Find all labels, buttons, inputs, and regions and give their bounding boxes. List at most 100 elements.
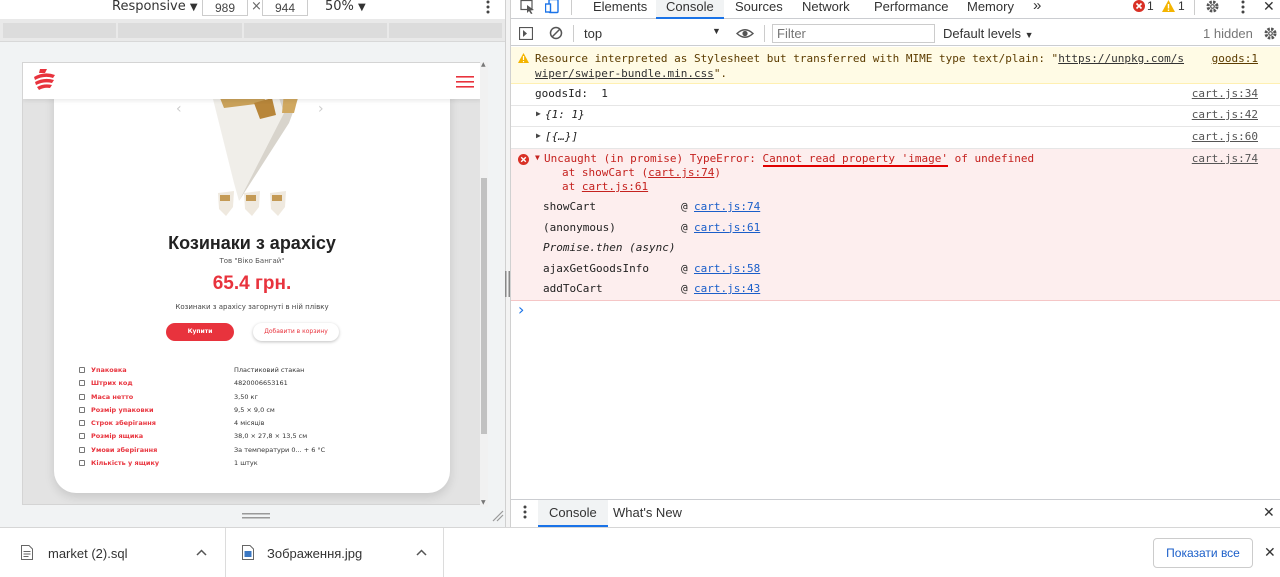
device-height-input[interactable] [262, 0, 308, 16]
source-link[interactable]: goods:1 [1212, 52, 1258, 65]
source-link[interactable]: cart.js:34 [1192, 87, 1258, 100]
spec-row: Маса нетто 3,50 кг [79, 392, 419, 405]
site-logo-icon[interactable] [31, 69, 57, 95]
media-query-ruler[interactable] [0, 19, 505, 42]
warning-text: Resource interpreted as Stylesheet but t… [535, 52, 1059, 65]
stack-link[interactable]: cart.js:43 [694, 282, 760, 295]
device-viewport: ‹ › Козинаки з арахісу Тов "Віко Бангай"… [22, 62, 481, 505]
vertical-dots-icon[interactable] [486, 0, 492, 16]
log-text[interactable]: [{…}] [545, 130, 578, 143]
call-stack-frame: showCart @ cart.js:74 [543, 197, 843, 218]
download-item[interactable]: Зображення.jpg [226, 528, 444, 577]
warning-url-link[interactable]: wiper/swiper-bundle.min.css [535, 67, 714, 80]
carousel-next-icon[interactable]: › [318, 101, 324, 117]
expand-triangle-icon[interactable]: ▶ [536, 131, 541, 140]
spec-icon [79, 460, 85, 467]
source-link[interactable]: cart.js:42 [1192, 108, 1258, 121]
buy-button[interactable]: Купити [166, 323, 234, 341]
device-scrollbar[interactable]: ▲ ▼ [480, 61, 488, 507]
tab-memory[interactable]: Memory [967, 0, 1014, 19]
close-devtools-icon[interactable]: ✕ [1263, 0, 1275, 15]
drawer-tab-whats-new[interactable]: What's New [613, 500, 682, 527]
sidebar-toggle-icon[interactable] [519, 27, 533, 40]
spec-value: 38,0 × 27,8 × 13,5 см [234, 432, 308, 441]
spec-label: Строк зберігання [91, 419, 156, 428]
stack-link[interactable]: cart.js:74 [648, 166, 714, 179]
device-width-input[interactable] [202, 0, 248, 16]
stack-link[interactable]: cart.js:58 [694, 262, 760, 275]
stack-text: ) [714, 166, 721, 179]
log-levels-select[interactable]: Default levels ▼ [943, 26, 1034, 41]
product-thumbnail[interactable] [268, 189, 288, 217]
close-download-bar-icon[interactable]: ✕ [1264, 544, 1276, 561]
spec-icon [79, 420, 85, 427]
tab-performance[interactable]: Performance [874, 0, 948, 19]
clear-console-icon[interactable] [549, 26, 563, 40]
error-icon [518, 154, 529, 165]
stack-link[interactable]: cart.js:61 [694, 221, 760, 234]
close-drawer-icon[interactable]: ✕ [1263, 504, 1275, 521]
ruler-segment[interactable] [389, 23, 502, 38]
tab-console[interactable]: Console [656, 0, 724, 19]
carousel-prev-icon[interactable]: ‹ [176, 101, 182, 117]
hamburger-menu-icon[interactable] [456, 76, 474, 88]
stack-link[interactable]: cart.js:61 [582, 180, 648, 193]
console-filter-input[interactable] [772, 24, 935, 43]
devtools-drawer-bar: Console What's New ✕ [511, 499, 1280, 527]
spec-label: Розмір упаковки [91, 405, 154, 414]
ruler-segment[interactable] [244, 23, 387, 38]
warning-url-link[interactable]: https://unpkg.com/s [1058, 52, 1184, 65]
expand-triangle-icon[interactable]: ▼ [535, 153, 540, 162]
inspect-element-icon[interactable] [520, 0, 536, 14]
product-thumbnail[interactable] [242, 189, 262, 217]
ruler-segment[interactable] [3, 23, 116, 38]
spec-icon [79, 380, 85, 387]
error-highlight: Cannot read property 'image' [762, 152, 948, 167]
settings-gear-icon[interactable] [1205, 0, 1220, 14]
ruler-segment[interactable] [118, 23, 242, 38]
spec-row: Кількість у ящику 1 штук [79, 458, 419, 471]
devtools-menu-icon[interactable] [1241, 0, 1245, 14]
expand-triangle-icon[interactable]: ▶ [536, 109, 541, 118]
source-link[interactable]: cart.js:60 [1192, 130, 1258, 143]
device-toolbar-toggle-icon[interactable] [545, 0, 561, 14]
log-text[interactable]: {1: 1} [545, 108, 585, 121]
spec-label: Маса нетто [91, 392, 134, 401]
scroll-up-icon[interactable]: ▲ [481, 61, 486, 68]
chevron-up-icon[interactable] [196, 549, 207, 556]
tab-network[interactable]: Network [802, 0, 850, 19]
drawer-menu-icon[interactable] [523, 505, 527, 519]
tab-sources[interactable]: Sources [735, 0, 783, 19]
stack-at: @ [681, 282, 688, 295]
context-select[interactable]: top ▼ [584, 26, 721, 43]
chevron-up-icon[interactable] [416, 549, 427, 556]
zoom-select[interactable]: 50% ▼ [325, 0, 366, 16]
more-tabs-icon[interactable]: » [1033, 0, 1041, 19]
height-resize-handle-icon[interactable] [242, 513, 270, 520]
download-filename: market (2).sql [48, 546, 128, 561]
spec-row: Упаковка Пластиковий стакан [79, 365, 419, 378]
console-settings-gear-icon[interactable] [1263, 26, 1278, 41]
show-all-downloads-button[interactable]: Показати все [1153, 538, 1253, 568]
drawer-tab-console[interactable]: Console [538, 500, 608, 527]
product-title: Козинаки з арахісу [168, 233, 336, 253]
source-link[interactable]: cart.js:74 [1192, 152, 1258, 165]
log-text: goodsId: 1 [535, 87, 608, 100]
live-expression-eye-icon[interactable] [736, 28, 754, 39]
corner-resize-handle-icon[interactable] [492, 510, 504, 522]
stack-link[interactable]: cart.js:74 [694, 200, 760, 213]
download-item[interactable]: market (2).sql [0, 528, 226, 577]
call-stack-frame: addToCart @ cart.js:43 [543, 279, 843, 300]
device-mode-select[interactable]: Responsive ▼ [112, 0, 198, 16]
call-stack: showCart @ cart.js:74 (anonymous) @ cart.js:6… [543, 197, 843, 300]
product-thumbnail[interactable] [216, 189, 236, 217]
scroll-down-icon[interactable]: ▼ [481, 499, 486, 506]
scrollbar-thumb[interactable] [481, 178, 487, 434]
device-toolbar: Responsive ▼ × 50% ▼ [0, 0, 505, 19]
error-suffix: of undefined [947, 152, 1035, 165]
spec-label: Штрих код [91, 379, 133, 388]
console-prompt-icon[interactable]: › [518, 300, 524, 319]
tab-elements[interactable]: Elements [593, 0, 647, 19]
add-to-cart-button[interactable]: Добавити в корзину [253, 323, 339, 341]
console-log-message: goodsId: 1 cart.js:34 [511, 84, 1280, 106]
